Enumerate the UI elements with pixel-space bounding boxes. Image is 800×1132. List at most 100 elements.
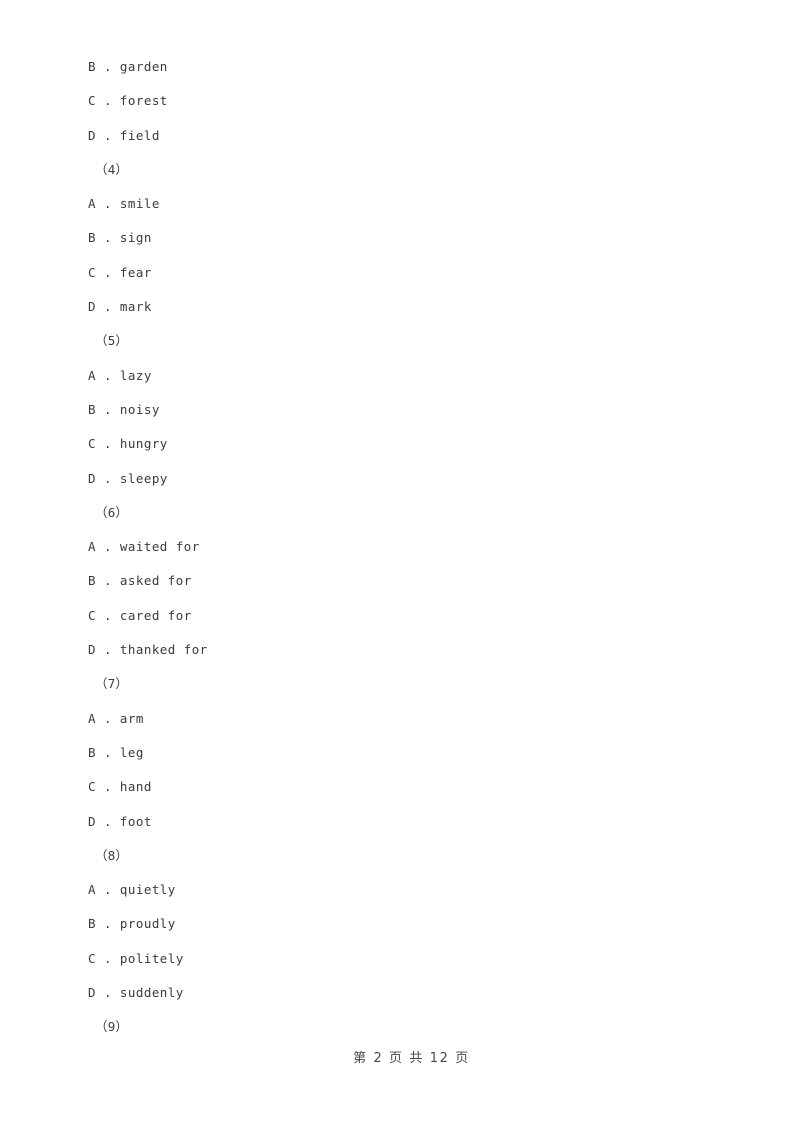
question-number: （8） [95,839,708,873]
question-number: （5） [95,324,708,358]
page-number-text: 第 2 页 共 12 页 [353,1051,470,1066]
option-row: B . asked for [88,564,708,598]
option-row: D . mark [88,290,708,324]
option-text: suddenly [119,985,184,1001]
option-letter: B [88,59,96,74]
option-separator: . [95,401,120,417]
option-text: garden [119,59,168,74]
option-row: D . sleepy [88,462,708,496]
option-separator: . [95,93,120,109]
option-row: B . proudly [88,907,708,941]
option-text: politely [119,950,184,966]
option-text: arm [119,710,144,726]
option-row: C . cared for [88,599,708,633]
option-row: B . garden [88,50,708,84]
option-separator: . [95,230,120,246]
option-separator: . [95,642,120,658]
option-text: field [119,127,160,143]
option-text: smile [119,196,160,212]
option-letter: C [88,93,96,109]
option-letter: D [88,470,96,486]
option-separator: . [95,59,120,74]
option-letter: B [88,401,96,417]
question-number-label: （7） [95,676,129,692]
option-row: A . arm [88,702,708,736]
question-options-list: B . garden C . forest D . field （4） A . smil… [88,50,708,1045]
option-separator: . [95,127,120,143]
option-letter: D [88,642,96,658]
option-row: C . hungry [88,427,708,461]
option-text: hand [119,779,152,795]
option-row: D . field [88,119,708,153]
option-letter: B [88,230,96,246]
option-row: A . smile [88,187,708,221]
option-letter: A [88,882,96,898]
option-separator: . [95,607,120,623]
option-text: asked for [119,573,192,589]
option-letter: B [88,573,96,589]
question-number-label: （4） [95,161,129,177]
option-row: C . politely [88,942,708,976]
question-number: （4） [95,153,708,187]
option-separator: . [95,985,120,1001]
option-separator: . [95,882,120,898]
option-separator: . [95,916,120,932]
option-letter: A [88,367,96,383]
option-text: cared for [119,607,192,623]
option-row: C . forest [88,84,708,118]
option-text: lazy [119,367,152,383]
option-text: hungry [119,436,168,452]
option-letter: A [88,196,96,212]
option-text: sleepy [119,470,168,486]
option-row: A . quietly [88,873,708,907]
option-text: noisy [119,401,160,417]
option-letter: B [88,916,96,932]
option-separator: . [95,264,120,280]
question-number: （7） [95,667,708,701]
question-number: （6） [95,496,708,530]
option-text: foot [119,813,152,829]
option-separator: . [95,470,120,486]
option-separator: . [95,196,120,212]
option-text: sign [119,230,152,246]
option-row: B . leg [88,736,708,770]
option-letter: C [88,436,96,452]
option-separator: . [95,299,120,315]
option-row: D . thanked for [88,633,708,667]
option-letter: B [88,744,96,760]
option-letter: C [88,264,96,280]
document-page: B . garden C . forest D . field （4） A . smil… [0,0,800,1132]
option-text: mark [119,299,152,315]
option-text: forest [119,93,168,109]
option-text: quietly [119,882,176,898]
page-footer: 第 2 页 共 12 页 [0,1032,800,1081]
option-row: B . sign [88,221,708,255]
option-letter: D [88,299,96,315]
option-row: D . suddenly [88,976,708,1010]
question-number-label: （6） [95,504,129,520]
option-separator: . [95,813,120,829]
option-text: waited for [119,539,200,555]
option-separator: . [95,436,120,452]
option-row: B . noisy [88,393,708,427]
option-row: A . lazy [88,359,708,393]
option-text: leg [119,744,144,760]
option-separator: . [95,539,120,555]
option-separator: . [95,367,120,383]
option-row: C . hand [88,770,708,804]
option-letter: C [88,607,96,623]
option-letter: A [88,539,96,555]
option-row: A . waited for [88,530,708,564]
option-separator: . [95,710,120,726]
option-separator: . [95,779,120,795]
option-separator: . [95,950,120,966]
option-letter: D [88,813,96,829]
option-row: C . fear [88,256,708,290]
option-text: thanked for [119,642,208,658]
question-number-label: （8） [95,847,129,863]
option-letter: C [88,779,96,795]
option-separator: . [95,573,120,589]
option-letter: D [88,985,96,1001]
option-separator: . [95,744,120,760]
option-text: proudly [119,916,176,932]
